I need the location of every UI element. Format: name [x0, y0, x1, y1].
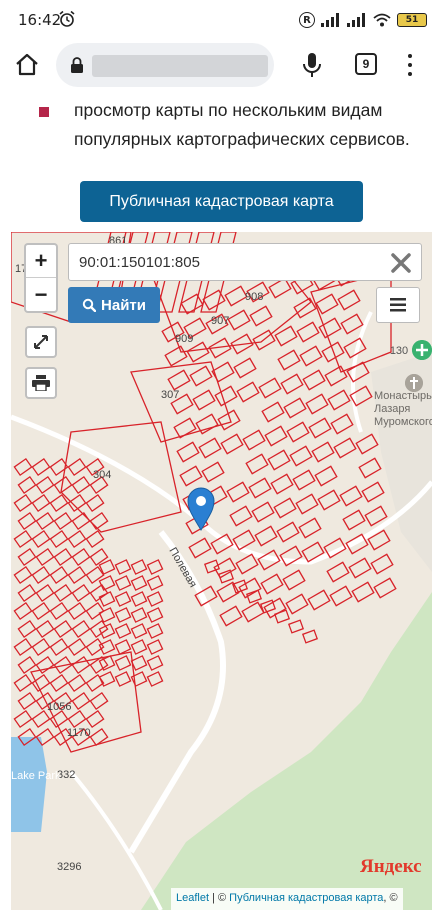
zoom-in-button[interactable]: + [26, 245, 56, 278]
parcel-label-307: 307 [161, 389, 179, 401]
url-text-blurred [92, 55, 268, 77]
parcel-label-304: 304 [93, 469, 111, 481]
signal-icon [321, 13, 339, 27]
alarm-icon [59, 10, 75, 27]
poi-number-label: 130 [390, 345, 408, 357]
cadastre-map[interactable]: 861 176 908 907 909 307 304 1056 1170 33… [11, 232, 432, 910]
find-button-label: Найти [101, 296, 146, 314]
wifi-icon [373, 13, 391, 27]
address-bar[interactable] [56, 43, 274, 87]
list-bullet [39, 107, 49, 117]
svg-text:130: 130 [390, 345, 408, 357]
signal-icon-2 [347, 13, 365, 27]
close-icon[interactable] [389, 251, 413, 275]
parcel-label-1170: 1170 [67, 727, 91, 739]
layers-icon [390, 298, 406, 312]
battery-icon: 51 [397, 13, 427, 27]
search-value: 90:01:150101:805 [79, 254, 200, 271]
feature-list-item: просмотр карты по нескольким видам попул… [74, 100, 410, 149]
print-icon [32, 375, 50, 391]
cadastre-search-input[interactable]: 90:01:150101:805 [68, 243, 422, 281]
public-cadastre-map-button[interactable]: Публичная кадастровая карта [80, 181, 363, 222]
registered-icon: R [299, 12, 315, 28]
fullscreen-icon [34, 335, 48, 349]
attribution-tail: , © [383, 892, 398, 904]
attribution-separator: | © [209, 892, 230, 904]
zoom-control: + − [24, 243, 58, 313]
parcel-label-1056: 1056 [47, 701, 71, 713]
leaflet-link[interactable]: Leaflet [176, 892, 209, 904]
lake-label: Lake Park [11, 770, 61, 782]
search-icon [82, 298, 97, 312]
home-icon[interactable] [14, 52, 40, 78]
fullscreen-button[interactable] [25, 326, 57, 358]
lock-icon [71, 57, 83, 73]
street-label: Полевая [166, 546, 198, 590]
cadastre-map-link[interactable]: Публичная кадастровая карта [229, 892, 383, 904]
find-button[interactable]: Найти [68, 287, 160, 323]
parcel-label-909: 909 [175, 333, 193, 345]
yandex-logo: Яндекс [360, 856, 422, 877]
mic-icon[interactable] [302, 52, 322, 78]
zoom-out-button[interactable]: − [26, 278, 56, 311]
parcel-label-3296: 3296 [57, 861, 81, 873]
print-button[interactable] [25, 367, 57, 399]
status-time: 16:42 [18, 11, 62, 29]
tabs-button[interactable]: 9 [355, 53, 377, 75]
status-icons: R 51 [299, 10, 427, 30]
map-tiles: 861 176 908 907 909 307 304 1056 1170 33… [11, 232, 432, 910]
map-attribution: Leaflet | © Публичная кадастровая карта,… [171, 888, 403, 910]
parcel-label-907: 907 [211, 315, 229, 327]
monastery-label: Монастырь Лазаря Муромского [374, 390, 432, 428]
status-bar: 16:42 R 51 [0, 0, 443, 40]
parcel-label-908: 908 [245, 291, 263, 303]
browser-menu-button[interactable] [404, 52, 416, 78]
browser-toolbar: 9 [0, 40, 443, 90]
layers-button[interactable] [376, 287, 420, 323]
map-marker-icon[interactable] [186, 487, 216, 531]
